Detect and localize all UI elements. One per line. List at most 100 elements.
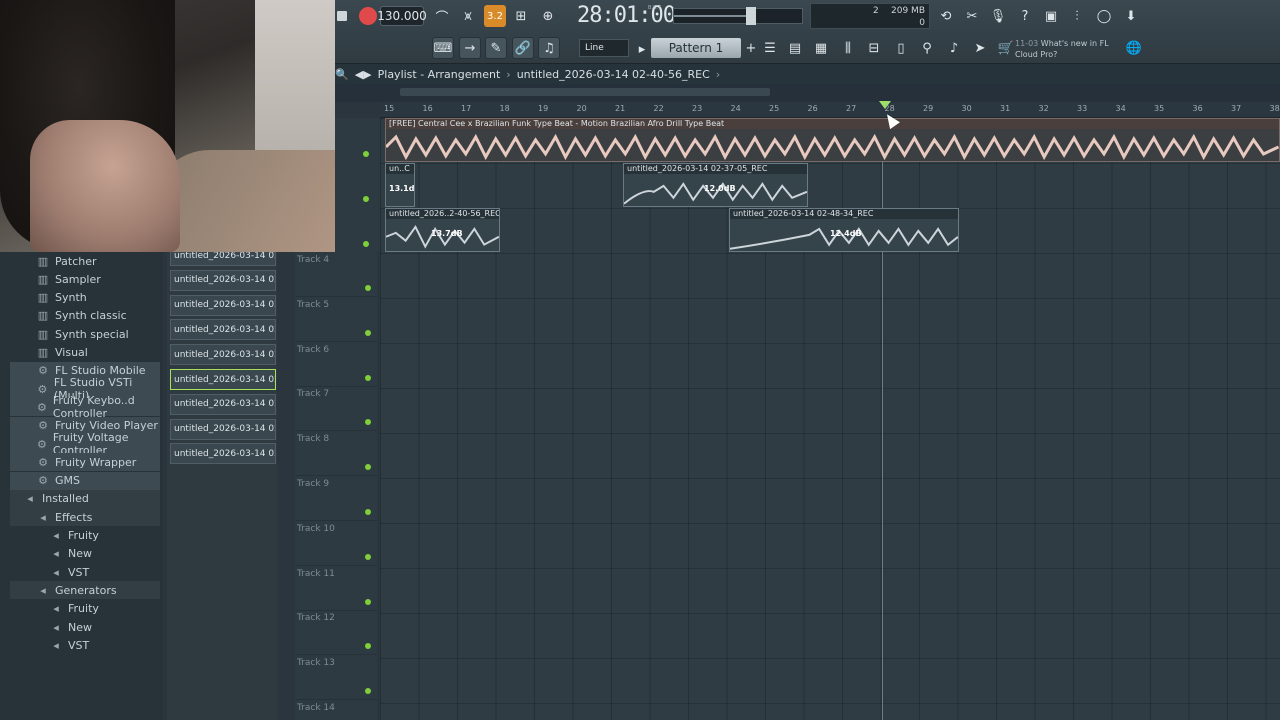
recent-file-item[interactable]: untitled_2026-03-14 02-...	[170, 269, 276, 291]
track-mute-dot[interactable]	[365, 285, 371, 291]
record-button[interactable]	[359, 7, 377, 25]
play-pattern-icon[interactable]: ▸	[635, 38, 649, 60]
cut-tool-icon[interactable]: ✂	[961, 5, 983, 27]
track-header[interactable]: Track 7	[295, 386, 377, 432]
plugin-icon[interactable]: ⊟	[863, 37, 885, 59]
piano-keyboard-icon[interactable]: ⌨	[432, 37, 454, 59]
track-header[interactable]: Track 4	[295, 252, 377, 297]
add-pattern-icon[interactable]: +	[744, 37, 758, 59]
browser-item[interactable]: ◂ Installed	[10, 489, 160, 508]
countdown-icon[interactable]: 3.2	[484, 5, 506, 27]
browser-item[interactable]: ◂ New	[10, 545, 160, 563]
browser-item[interactable]: ◂ Fruity	[10, 600, 160, 618]
track-1-mute-dot[interactable]	[363, 151, 369, 157]
stop-button[interactable]	[337, 11, 347, 21]
piano-roll-icon[interactable]: ▦	[810, 37, 832, 59]
undo-icon[interactable]: ⟲	[935, 5, 957, 27]
browser-item[interactable]: ⚙ GMS	[10, 471, 160, 490]
download-icon[interactable]: ⬇	[1120, 5, 1142, 27]
wait-input-icon[interactable]: ⩙	[457, 5, 479, 27]
track-header[interactable]: Track 5	[295, 297, 377, 342]
magnifier-icon[interactable]: 🔍	[335, 68, 349, 81]
track-header[interactable]: Track 11	[295, 566, 377, 611]
master-pitch-slider[interactable]	[673, 7, 803, 25]
browser-item[interactable]: ◂ Effects	[10, 508, 160, 527]
track-mute-dot[interactable]	[365, 598, 371, 605]
browser-item[interactable]: ▥ Sampler	[10, 270, 160, 288]
recent-file-item[interactable]: untitled_2026-03-14 02-...	[170, 344, 276, 366]
recent-file-item[interactable]: untitled_2026-03-14 02-...	[170, 393, 276, 415]
globe-icon[interactable]: 🌐	[1123, 37, 1145, 59]
browser-item[interactable]: ▥ Visual	[10, 344, 160, 362]
recent-file-item[interactable]: untitled_2026-03-14 02-...	[170, 418, 276, 440]
track-mute-dot[interactable]	[365, 509, 371, 515]
snap-select[interactable]: Line	[579, 39, 629, 57]
track-mute-dot[interactable]	[365, 688, 371, 695]
pattern-selector[interactable]: Pattern 1	[651, 38, 741, 58]
help-icon[interactable]: ?	[1014, 5, 1036, 27]
browser-item[interactable]: ▥ Synth	[10, 289, 160, 307]
audio-clip-rec-d[interactable]: untitled_2026-03-14 02-48-34_REC 12.4dB	[729, 208, 959, 252]
plugin-picker-icon[interactable]: ⚲	[916, 37, 938, 59]
link-icon[interactable]: 🔗	[512, 37, 534, 59]
browser-item[interactable]: ◂ Generators	[10, 581, 160, 600]
track-3-mute-dot[interactable]	[363, 241, 369, 247]
mixer-view-icon[interactable]: ⫼	[837, 37, 859, 59]
shop-icon[interactable]: 🛒	[995, 37, 1017, 59]
pencil-tool-icon[interactable]: ✎	[485, 37, 507, 59]
track-header[interactable]: Track 12	[295, 610, 377, 656]
playlist-grid[interactable]: [FREE] Central Cee x Brazilian Funk Type…	[380, 118, 1280, 720]
browser-item[interactable]: ◂ New	[10, 618, 160, 636]
browser-item[interactable]: ⚙ Fruity Keybo..d Controller	[10, 394, 160, 420]
metronome-icon[interactable]: ⌒	[431, 5, 453, 27]
track-header[interactable]: Track 6	[295, 342, 377, 387]
mixer-icon[interactable]: ⫶	[1066, 5, 1088, 27]
recent-file-item[interactable]: untitled_2026-03-14 02-...	[170, 294, 276, 316]
timeline-ruler[interactable]: 15 16 17 18 19 20 21 22 23 24 25 26 27 28 29 30 31 32 33 34…	[380, 101, 1280, 118]
track-header[interactable]: Track 8	[295, 431, 377, 477]
horizontal-scrollbar[interactable]	[400, 88, 770, 96]
browser-item[interactable]: ⚙ Fruity Wrapper	[10, 453, 160, 472]
browser-item[interactable]: ◂ VST	[10, 636, 160, 654]
piano-icon: ▥	[37, 254, 49, 268]
arrow-right-icon[interactable]: →	[459, 37, 481, 59]
audio-clip-rec-b[interactable]: untitled_2026-03-14 02-37-05_REC 12.0dB	[623, 163, 808, 207]
loop-record-icon[interactable]: ⊕	[537, 5, 559, 27]
playlist-icon[interactable]: ☰	[759, 37, 781, 59]
track-2-mute-dot[interactable]	[363, 196, 369, 202]
save-icon[interactable]: ▣	[1040, 5, 1062, 27]
audio-clip-rec-c[interactable]: untitled_2026..2-40-56_REC 13.7dB	[385, 208, 500, 252]
blend-notes-icon[interactable]: ⊞	[510, 5, 532, 27]
track-header[interactable]: Track 14	[295, 700, 377, 720]
tempo-display[interactable]: 130.000	[377, 6, 427, 26]
recent-file-item[interactable]: untitled_2026-03-14 02-...	[170, 369, 276, 390]
browser-item[interactable]: ▥ Synth classic	[10, 307, 160, 325]
track-mute-dot[interactable]	[365, 643, 371, 650]
template-icon[interactable]: ➤	[969, 37, 991, 59]
recent-file-item[interactable]: untitled_2026-03-14 02-...	[170, 319, 276, 341]
chevron-icon[interactable]: ◀▶	[355, 68, 372, 81]
audio-clip-beat[interactable]: [FREE] Central Cee x Brazilian Funk Type…	[385, 118, 1280, 162]
channel-rack-icon[interactable]: ▤	[784, 37, 806, 59]
track-mute-dot[interactable]	[365, 553, 371, 560]
track-header[interactable]: Track 13	[295, 655, 377, 701]
browser-item[interactable]: ◂ VST	[10, 563, 160, 581]
audio-clip-rec-a[interactable]: un..C 13.1dB	[385, 163, 415, 207]
browser-item[interactable]: ▥ Patcher	[10, 252, 160, 270]
touch-keyboard-icon[interactable]: ♪	[943, 37, 965, 59]
recent-file-item[interactable]: untitled_2026-03-14 02-...	[170, 443, 276, 465]
track-header[interactable]: Track 9	[295, 476, 377, 521]
track-header[interactable]: Track 10	[295, 521, 377, 566]
track-mute-dot[interactable]	[365, 419, 371, 426]
browser-item[interactable]: ▥ Synth special	[10, 325, 160, 343]
master-pitch-handle[interactable]	[746, 7, 756, 25]
browser-item[interactable]: ⚙ Fruity Voltage Controller	[10, 431, 160, 457]
track-mute-dot[interactable]	[365, 329, 371, 336]
track-mute-dot[interactable]	[365, 374, 371, 381]
track-mute-dot[interactable]	[365, 464, 371, 471]
browser-item[interactable]: ◂ Fruity	[10, 527, 160, 545]
chat-icon[interactable]: ◯	[1093, 5, 1115, 27]
bell-icon[interactable]: ♫	[538, 37, 560, 59]
browser-icon[interactable]: ▯	[890, 37, 912, 59]
microphone-icon[interactable]: 🎙	[987, 5, 1009, 27]
